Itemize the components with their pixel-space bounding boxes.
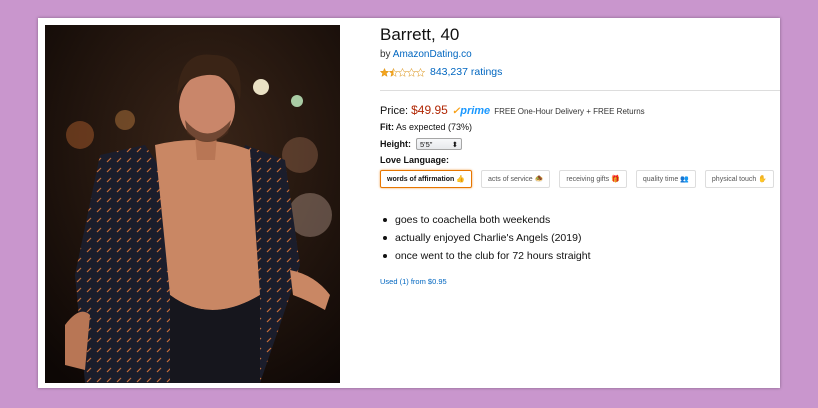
height-select[interactable]: 5'5" ⬍ [416, 138, 462, 150]
bullet-dot [383, 254, 387, 258]
used-offer-link[interactable]: Used (1) from $0.95 [380, 277, 447, 286]
fit-value: As expected (73%) [396, 122, 473, 132]
prime-check-icon: ✓ [451, 106, 461, 117]
brand-link[interactable]: AmazonDating.co [393, 49, 472, 60]
height-row: Height: 5'5" ⬍ [380, 138, 462, 150]
list-item: actually enjoyed Charlie's Angels (2019) [380, 229, 591, 247]
price-value: $49.95 [411, 103, 448, 117]
love-language-options: words of affirmation 👍 acts of service 🧆… [380, 170, 774, 188]
star-half-icon [389, 67, 398, 77]
product-photo[interactable] [45, 25, 340, 383]
ratings-count-link[interactable]: 843,237 ratings [430, 66, 502, 78]
list-item: goes to coachella both weekends [380, 211, 591, 229]
byline: by AmazonDating.co [380, 49, 472, 60]
option-quality-time[interactable]: quality time 👥 [635, 170, 696, 188]
star-rating[interactable] [380, 67, 425, 77]
price-label: Price: [380, 105, 409, 117]
fit-label: Fit: [380, 122, 394, 132]
height-selected-value: 5'5" [420, 139, 433, 149]
list-item: once went to the club for 72 hours strai… [380, 247, 591, 265]
height-label: Height: [380, 139, 411, 149]
star-empty-icon [407, 67, 416, 77]
fit-row: Fit: As expected (73%) [380, 122, 472, 132]
option-acts-of-service[interactable]: acts of service 🧆 [480, 170, 551, 188]
option-words-of-affirmation[interactable]: words of affirmation 👍 [380, 170, 472, 188]
feature-bullets: goes to coachella both weekends actually… [380, 211, 591, 265]
select-arrow-icon: ⬍ [451, 139, 458, 149]
option-physical-touch[interactable]: physical touch ✋ [704, 170, 774, 188]
bullet-text: goes to coachella both weekends [395, 214, 551, 226]
delivery-text: FREE One-Hour Delivery + FREE Returns [494, 107, 645, 116]
bullet-dot [383, 218, 387, 222]
bullet-dot [383, 236, 387, 240]
product-card: Barrett, 40 by AmazonDating.co 843,237 r… [38, 18, 780, 388]
price-row: Price: $49.95 ✓prime FREE One-Hour Deliv… [380, 103, 645, 117]
prime-badge: ✓prime [452, 105, 490, 117]
star-icon [380, 67, 389, 77]
by-prefix: by [380, 49, 391, 60]
product-info: Barrett, 40 by AmazonDating.co 843,237 r… [380, 18, 780, 388]
bullet-text: actually enjoyed Charlie's Angels (2019) [395, 232, 582, 244]
star-empty-icon [416, 67, 425, 77]
love-language-label: Love Language: [380, 155, 450, 165]
star-empty-icon [398, 67, 407, 77]
option-receiving-gifts[interactable]: receiving gifts 🎁 [559, 170, 627, 188]
prime-text: prime [460, 105, 491, 117]
divider [380, 90, 780, 91]
product-title: Barrett, 40 [380, 25, 460, 44]
rating-row: 843,237 ratings [380, 66, 502, 78]
bullet-text: once went to the club for 72 hours strai… [395, 250, 591, 262]
